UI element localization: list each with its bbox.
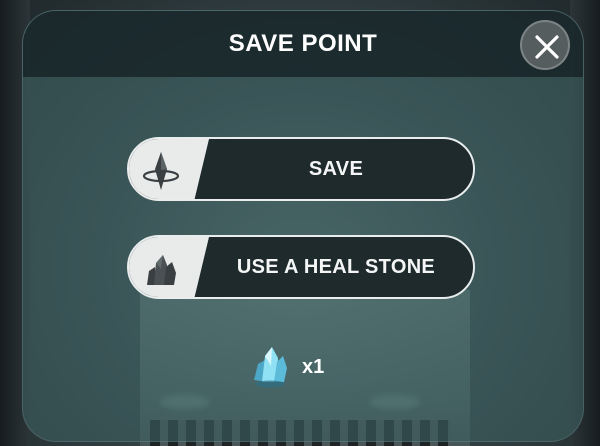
heal-stone-quantity: x1 (302, 356, 325, 378)
save-button[interactable]: SAVE (127, 137, 475, 201)
blue-crystal-icon (250, 344, 290, 390)
close-icon (535, 35, 559, 59)
save-button-label: SAVE (308, 157, 364, 180)
heal-button-label: USE A HEAL STONE (236, 255, 436, 278)
heal-stone-icon (139, 247, 183, 291)
use-heal-stone-button[interactable]: USE A HEAL STONE (127, 235, 475, 299)
dialog-title: SAVE POINT (228, 30, 378, 57)
save-crystal-icon (139, 149, 183, 193)
close-button[interactable] (520, 20, 570, 70)
heal-stone-count: x1 (250, 344, 360, 390)
